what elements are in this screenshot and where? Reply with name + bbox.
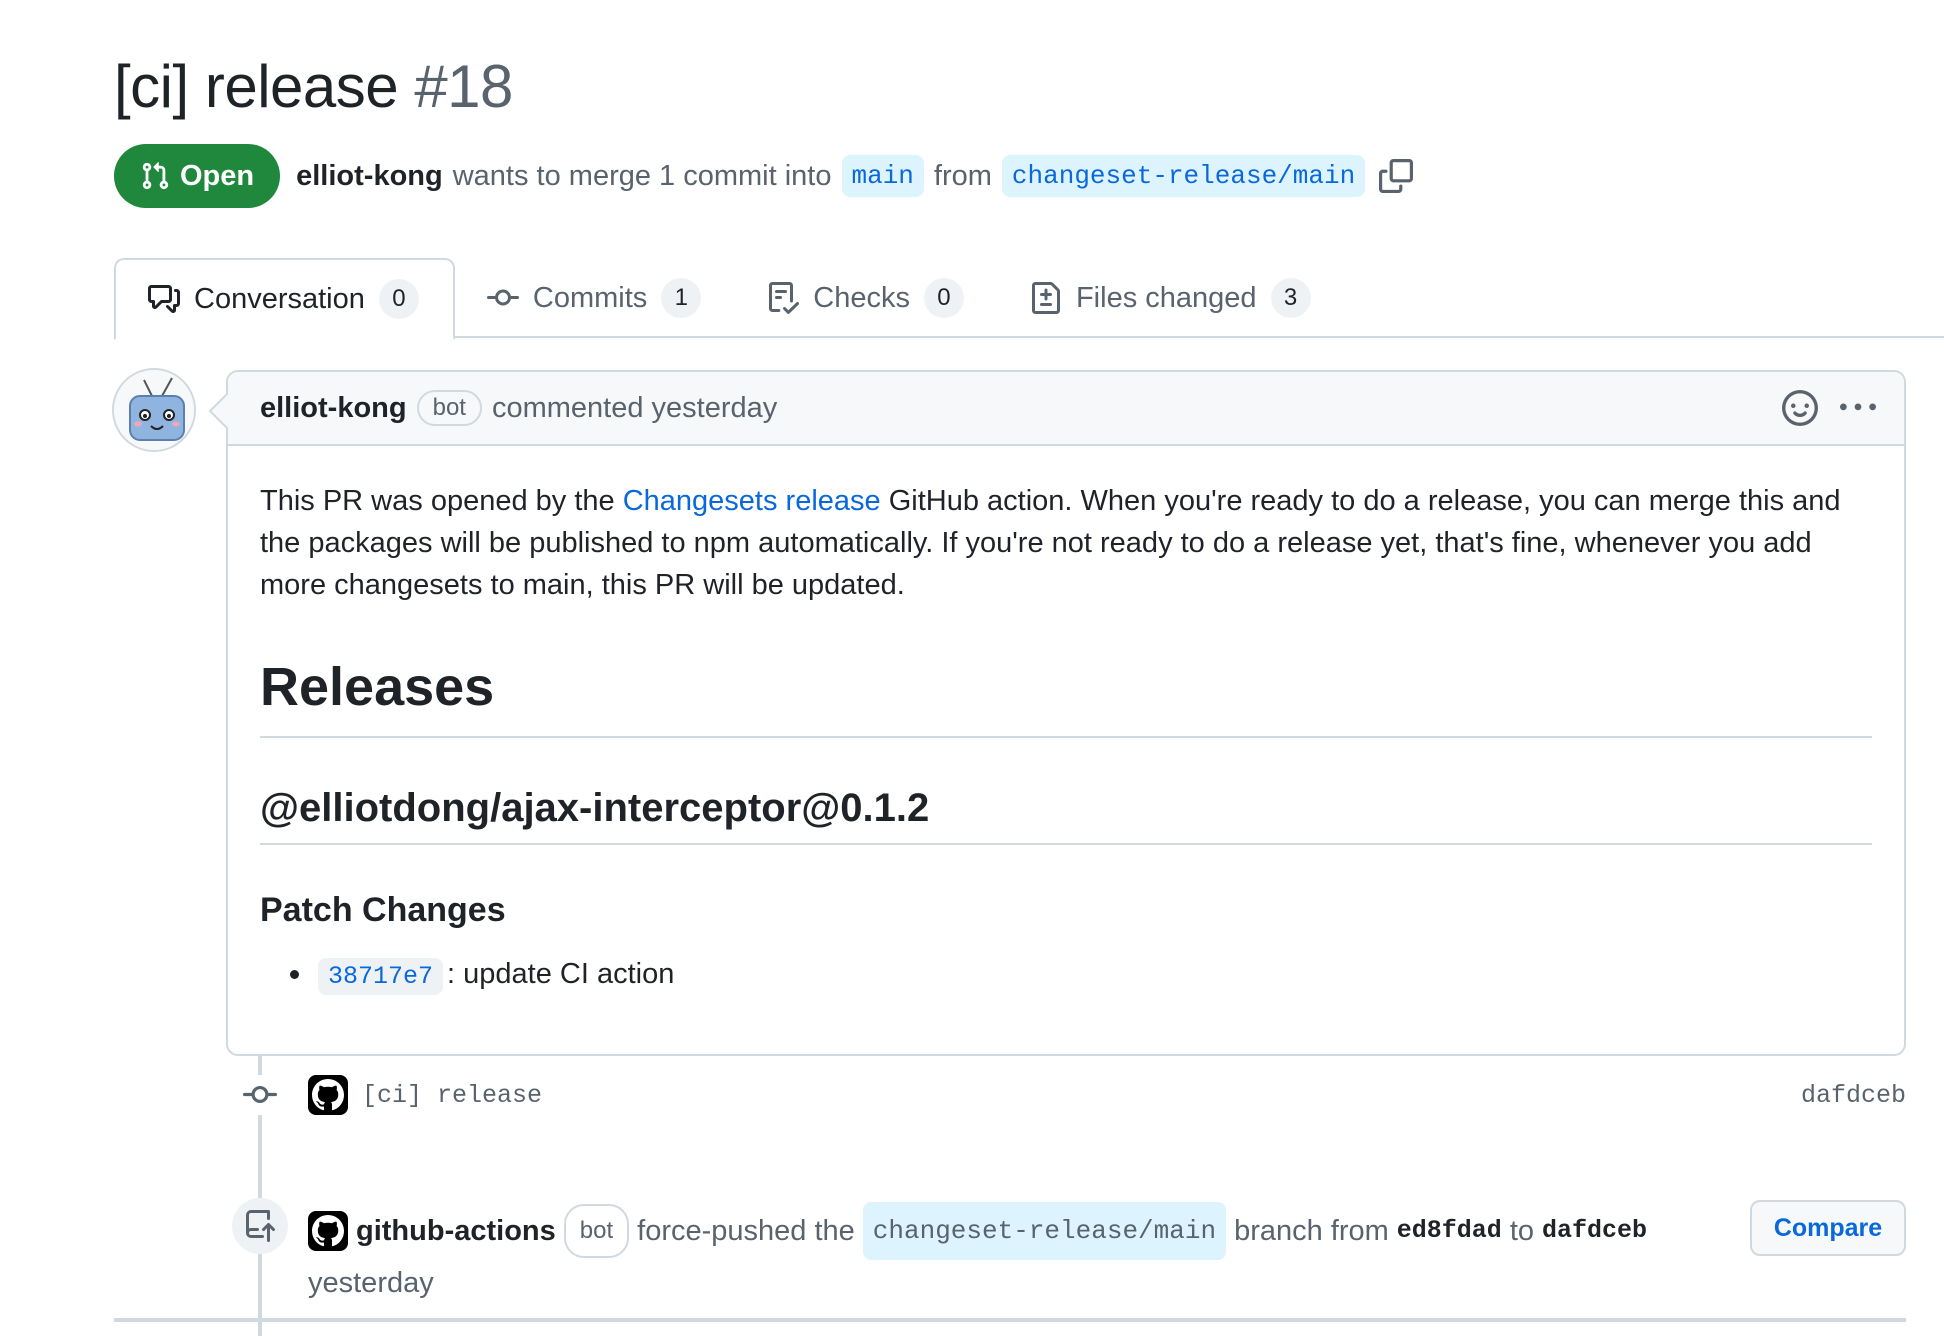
- bot-badge: bot: [416, 390, 482, 426]
- tab-counter: 3: [1270, 278, 1311, 318]
- list-item: 38717e7 : update CI action: [260, 958, 1872, 995]
- tab-label: Files changed: [1075, 281, 1257, 314]
- changes-list: 38717e7 : update CI action: [260, 958, 1872, 995]
- git-pull-request-icon: [140, 161, 170, 191]
- push-time[interactable]: yesterday: [308, 1260, 1738, 1306]
- base-branch[interactable]: main: [841, 155, 924, 197]
- tab-checks[interactable]: Checks 0: [735, 258, 998, 338]
- repo-push-icon: [232, 1198, 288, 1254]
- commit-message-link[interactable]: [ci] release: [362, 1081, 542, 1110]
- force-push-text: github-actions bot force-pushed the chan…: [308, 1202, 1738, 1306]
- push-action-text: force-pushed the: [637, 1215, 855, 1247]
- push-branch[interactable]: changeset-release/main: [862, 1202, 1227, 1260]
- file-diff-icon: [1030, 282, 1062, 314]
- tab-files-changed[interactable]: Files changed 3: [998, 258, 1345, 338]
- pr-title: [ci] release #18: [114, 52, 513, 121]
- patch-changes-heading: Patch Changes: [260, 891, 506, 929]
- push-author-link[interactable]: github-actions: [356, 1208, 556, 1254]
- from-sha-link[interactable]: ed8fdad: [1397, 1208, 1502, 1254]
- comment-meta[interactable]: commented yesterday: [492, 392, 777, 425]
- pr-meta: elliot-kong wants to merge 1 commit into…: [296, 155, 1414, 197]
- tab-counter: 0: [378, 279, 419, 319]
- comment-body: This PR was opened by the Changesets rel…: [228, 446, 1904, 995]
- bot-badge: bot: [563, 1204, 630, 1258]
- pr-state-row: Open elliot-kong wants to merge 1 commit…: [114, 144, 1414, 208]
- github-avatar-icon[interactable]: [308, 1075, 348, 1115]
- smiley-icon[interactable]: [1782, 390, 1818, 426]
- push-to-text: to: [1509, 1215, 1535, 1247]
- comment-box: elliot-kong bot commented yesterday This…: [226, 370, 1906, 1056]
- comment-intro: This PR was opened by the Changesets rel…: [260, 480, 1880, 606]
- git-commit-icon: [240, 1075, 280, 1115]
- tab-label: Conversation: [194, 282, 365, 315]
- tab-label: Checks: [813, 281, 910, 314]
- pr-author-link[interactable]: elliot-kong: [296, 160, 443, 193]
- timeline-commit: [ci] release dafdceb: [240, 1070, 1906, 1120]
- intro-text: This PR was opened by the: [260, 485, 615, 517]
- pr-title-text: [ci] release: [114, 53, 399, 120]
- avatar[interactable]: [112, 368, 196, 452]
- comment-actions: [1782, 390, 1876, 426]
- copy-icon[interactable]: [1379, 159, 1414, 193]
- comment-author-link[interactable]: elliot-kong: [260, 392, 407, 425]
- github-avatar-icon[interactable]: [308, 1211, 348, 1251]
- commit-sha-link[interactable]: dafdceb: [1801, 1081, 1906, 1110]
- state-badge: Open: [114, 144, 281, 208]
- changesets-release-link[interactable]: Changesets release: [623, 485, 881, 517]
- checklist-icon: [767, 282, 800, 314]
- compare-button[interactable]: Compare: [1750, 1200, 1906, 1256]
- comment-header: elliot-kong bot commented yesterday: [228, 372, 1904, 446]
- change-text: : update CI action: [447, 958, 675, 990]
- package-heading: @elliotdong/ajax-interceptor@0.1.2: [260, 786, 1872, 845]
- state-label: Open: [180, 159, 255, 192]
- tab-conversation[interactable]: Conversation 0: [114, 258, 455, 340]
- comment-discussion-icon: [148, 283, 180, 315]
- merge-text: wants to merge 1 commit into: [452, 159, 832, 192]
- head-branch[interactable]: changeset-release/main: [1001, 155, 1366, 197]
- tab-counter: 1: [661, 278, 702, 318]
- tab-commits[interactable]: Commits 1: [455, 258, 735, 338]
- pr-number: #18: [414, 53, 513, 120]
- commit-sha-link[interactable]: 38717e7: [318, 958, 444, 995]
- from-text: from: [933, 159, 992, 192]
- tab-counter: 0: [923, 278, 964, 318]
- divider: [114, 1318, 1906, 1322]
- git-commit-icon: [486, 282, 519, 314]
- pr-tabs: Conversation 0 Commits 1 Checks 0 Files …: [114, 258, 1944, 340]
- releases-heading: Releases: [260, 656, 1872, 738]
- to-sha-link[interactable]: dafdceb: [1542, 1208, 1647, 1254]
- push-from-text: branch from: [1234, 1215, 1389, 1247]
- kebab-horizontal-icon[interactable]: [1840, 390, 1876, 426]
- robot-avatar-icon: [114, 370, 194, 450]
- tab-label: Commits: [532, 281, 648, 314]
